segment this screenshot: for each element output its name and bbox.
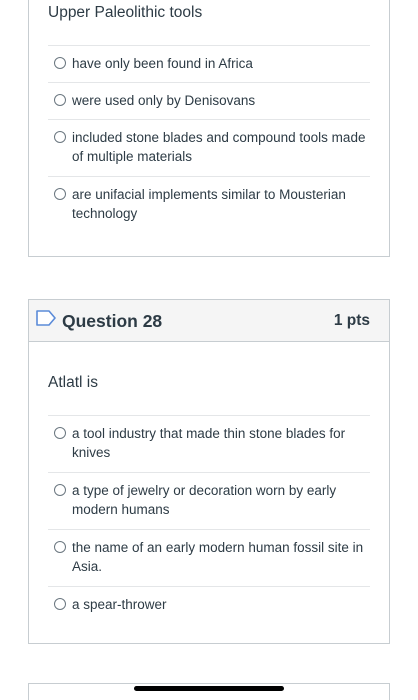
answer-option[interactable]: have only been found in Africa — [48, 45, 370, 82]
radio-unselected-icon[interactable] — [54, 131, 66, 143]
answer-option[interactable]: a tool industry that made thin stone bla… — [48, 415, 370, 472]
question-card-28: Question 28 1 pts Atlatl is a tool indus… — [28, 299, 390, 644]
answer-option[interactable]: the name of an early modern human fossil… — [48, 529, 370, 586]
question-card-previous: Upper Paleolithic tools have only been f… — [28, 0, 390, 257]
answer-label: have only been found in Africa — [72, 56, 253, 71]
radio-unselected-icon[interactable] — [54, 57, 66, 69]
answer-option[interactable]: are unifacial implements similar to Mous… — [48, 176, 370, 233]
radio-unselected-icon[interactable] — [54, 188, 66, 200]
answer-label: the name of an early modern human fossil… — [72, 540, 364, 574]
answer-list: a tool industry that made thin stone bla… — [48, 415, 370, 623]
answer-list: have only been found in Africa were used… — [48, 45, 370, 233]
quiz-page: Upper Paleolithic tools have only been f… — [0, 0, 418, 700]
question-points: 1 pts — [333, 312, 370, 329]
answer-option[interactable]: included stone blades and compound tools… — [48, 119, 370, 176]
answer-option[interactable]: a spear-thrower — [48, 586, 370, 623]
answer-label: were used only by Denisovans — [72, 93, 256, 108]
home-indicator[interactable] — [134, 686, 284, 691]
bookmark-flag-icon[interactable] — [36, 310, 56, 326]
answer-label: included stone blades and compound tools… — [72, 130, 366, 164]
answer-option[interactable]: were used only by Denisovans — [48, 82, 370, 119]
answer-label: a type of jewelry or decoration worn by … — [72, 483, 337, 517]
radio-unselected-icon[interactable] — [54, 541, 66, 553]
radio-unselected-icon[interactable] — [54, 484, 66, 496]
answer-label: are unifacial implements similar to Mous… — [72, 187, 346, 221]
question-text: Upper Paleolithic tools — [48, 4, 203, 21]
answer-label: a tool industry that made thin stone bla… — [72, 426, 346, 460]
question-title: Question 28 — [62, 311, 163, 331]
answer-label: a spear-thrower — [72, 597, 167, 612]
answer-option[interactable]: a type of jewelry or decoration worn by … — [48, 472, 370, 529]
radio-unselected-icon[interactable] — [54, 94, 66, 106]
radio-unselected-icon[interactable] — [54, 598, 66, 610]
radio-unselected-icon[interactable] — [54, 427, 66, 439]
question-header: Question 28 1 pts — [29, 300, 389, 342]
